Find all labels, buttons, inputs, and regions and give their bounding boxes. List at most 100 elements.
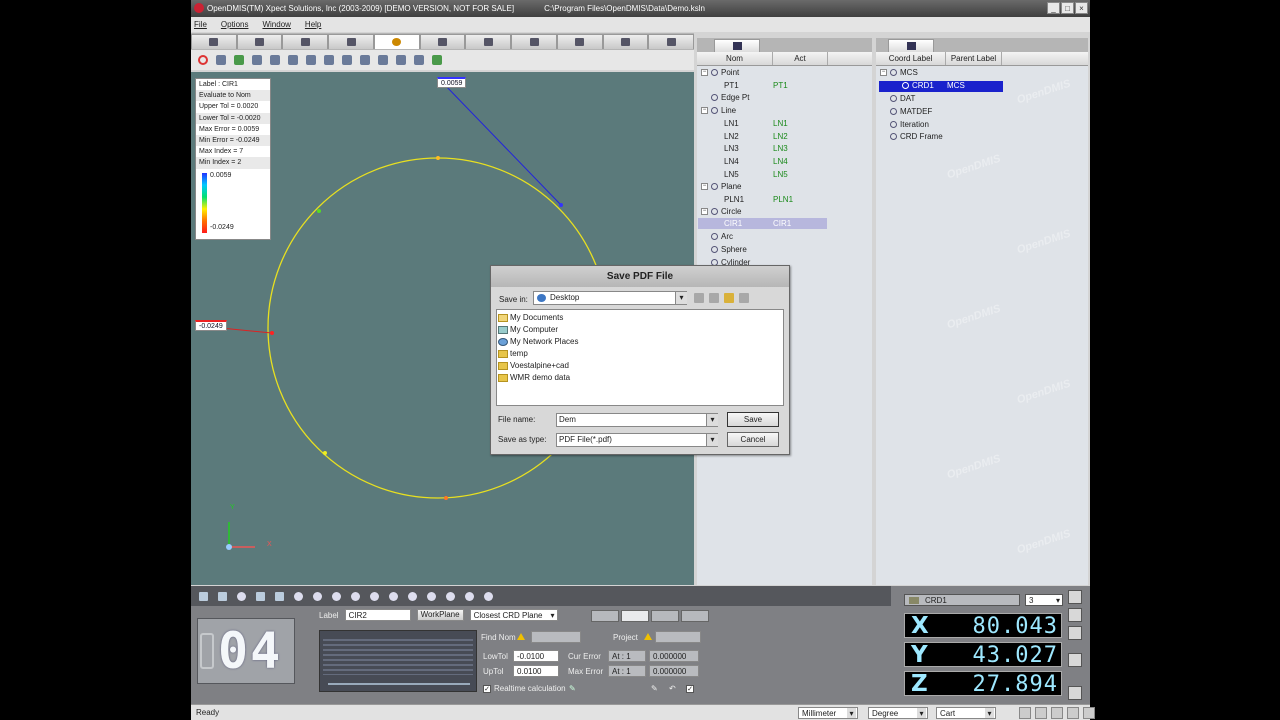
col-nom[interactable]: Nom: [697, 52, 773, 65]
collapse-icon[interactable]: −: [701, 69, 708, 77]
undo-icon[interactable]: ↶: [669, 684, 676, 693]
pdf-button[interactable]: [430, 53, 444, 67]
tab-cad[interactable]: [282, 34, 329, 49]
close-button[interactable]: ×: [1075, 2, 1088, 14]
zoom-button[interactable]: [250, 53, 264, 67]
status-icon-3[interactable]: [1051, 707, 1063, 719]
tree-pt1[interactable]: PT1 PT1: [724, 80, 844, 92]
tree-mcs[interactable]: − MCS: [880, 67, 918, 79]
menu-help[interactable]: Help: [305, 17, 321, 32]
surface-button[interactable]: [462, 589, 476, 603]
tree-crd-frame[interactable]: CRD Frame: [890, 131, 943, 143]
tab-settings[interactable]: [556, 34, 603, 49]
tree-sphere[interactable]: Sphere: [711, 244, 747, 256]
collapse-icon[interactable]: −: [880, 69, 887, 77]
subtab-list[interactable]: [651, 610, 679, 622]
ellipse-button[interactable]: [386, 589, 400, 603]
extra-tool-button[interactable]: [1068, 686, 1082, 700]
arc-button[interactable]: [310, 589, 324, 603]
filetype-select[interactable]: PDF File(*.pdf): [556, 433, 718, 447]
tab-probe[interactable]: [236, 34, 283, 49]
report-button[interactable]: [322, 53, 336, 67]
tree-ln1[interactable]: LN1 LN1: [724, 118, 844, 130]
tree-circle[interactable]: − Circle: [701, 206, 741, 218]
tab-more[interactable]: [648, 34, 695, 49]
tree-ln4[interactable]: LN4 LN4: [724, 156, 844, 168]
list-item[interactable]: My Computer: [497, 324, 783, 336]
status-icon-4[interactable]: [1067, 707, 1079, 719]
back-icon[interactable]: [694, 293, 704, 303]
tree-point[interactable]: − Point: [701, 67, 739, 79]
up-tol-input[interactable]: 0.0100: [513, 665, 559, 677]
tree-crd1[interactable]: CRD1 MCS: [902, 80, 1022, 92]
probe-mode-button[interactable]: [196, 589, 210, 603]
maximize-button[interactable]: □: [1061, 2, 1074, 14]
tab-report[interactable]: [419, 34, 466, 49]
decimal-digits-select[interactable]: 3: [1025, 594, 1063, 606]
slot-button[interactable]: [405, 589, 419, 603]
collapse-icon[interactable]: −: [701, 208, 708, 216]
collapse-icon[interactable]: −: [701, 183, 708, 191]
circle-button[interactable]: [291, 589, 305, 603]
find-nom-input[interactable]: [531, 631, 581, 643]
cylinder-button[interactable]: [348, 589, 362, 603]
tree-iteration[interactable]: Iteration: [890, 119, 929, 131]
edit2-button[interactable]: [340, 53, 354, 67]
cancel-button[interactable]: Cancel: [727, 432, 779, 447]
up-folder-icon[interactable]: [709, 293, 719, 303]
menu-window[interactable]: Window: [262, 17, 290, 32]
new-folder-icon[interactable]: [724, 293, 734, 303]
tab-view[interactable]: [511, 34, 557, 49]
plane-select[interactable]: Closest CRD Plane: [469, 609, 558, 621]
collapse-icon[interactable]: −: [701, 107, 708, 115]
col-coord-label[interactable]: Coord Label: [876, 52, 946, 65]
list-item[interactable]: temp: [497, 348, 783, 360]
view-menu-icon[interactable]: [739, 293, 749, 303]
minimize-button[interactable]: _: [1047, 2, 1060, 14]
tree-ln3[interactable]: LN3 LN3: [724, 143, 844, 155]
status-icon-2[interactable]: [1035, 707, 1047, 719]
edge-point-button[interactable]: [234, 589, 248, 603]
export-button[interactable]: [412, 53, 426, 67]
triangle-button[interactable]: [304, 53, 318, 67]
subtab-export[interactable]: [681, 610, 709, 622]
move-tool-button[interactable]: [1068, 608, 1082, 622]
gear-button[interactable]: [214, 53, 228, 67]
tree-ln5[interactable]: LN5 LN5: [724, 169, 844, 181]
probe-tool-button[interactable]: [1068, 590, 1082, 604]
tree-edge-pt[interactable]: Edge Pt: [711, 92, 749, 104]
col-parent-label[interactable]: Parent Label: [946, 52, 1002, 65]
tab-machine[interactable]: [191, 34, 237, 49]
tree-arc[interactable]: Arc: [711, 231, 733, 243]
torus-button[interactable]: [424, 589, 438, 603]
list-item[interactable]: My Documents: [497, 312, 783, 324]
tab-construct[interactable]: [465, 34, 512, 49]
tab-extra[interactable]: [602, 34, 649, 49]
joystick-tool-button[interactable]: [1068, 653, 1082, 667]
angle-select[interactable]: Degree: [868, 707, 928, 719]
subtab-graph[interactable]: [621, 610, 649, 622]
list-button[interactable]: [358, 53, 372, 67]
tree-cir1[interactable]: CIR1 CIR1: [724, 218, 844, 230]
file-list[interactable]: My Documents My Computer My Network Plac…: [496, 309, 784, 406]
curve-button[interactable]: [443, 589, 457, 603]
coord-system-select[interactable]: CRD1: [904, 594, 1020, 606]
cone-button[interactable]: [367, 589, 381, 603]
tab-measure[interactable]: [328, 34, 374, 49]
tolerance-button[interactable]: [232, 53, 246, 67]
plane-button[interactable]: [272, 589, 286, 603]
tab-coord-systems[interactable]: [888, 39, 934, 52]
low-tol-input[interactable]: -0.0100: [513, 650, 559, 662]
settings-tool-button[interactable]: [1068, 626, 1082, 640]
tab-evaluate[interactable]: [373, 34, 420, 49]
list-item[interactable]: My Network Places: [497, 336, 783, 348]
save-in-select[interactable]: Desktop: [533, 291, 687, 305]
workplane-button[interactable]: WorkPlane: [416, 609, 464, 621]
print-button[interactable]: [286, 53, 300, 67]
menu-options[interactable]: Options: [221, 17, 249, 32]
save-button[interactable]: Save: [727, 412, 779, 427]
tree-line[interactable]: − Line: [701, 105, 736, 117]
tree-matdef[interactable]: MATDEF: [890, 106, 932, 118]
filename-input[interactable]: Dem: [556, 413, 718, 427]
gear-button[interactable]: [481, 589, 495, 603]
